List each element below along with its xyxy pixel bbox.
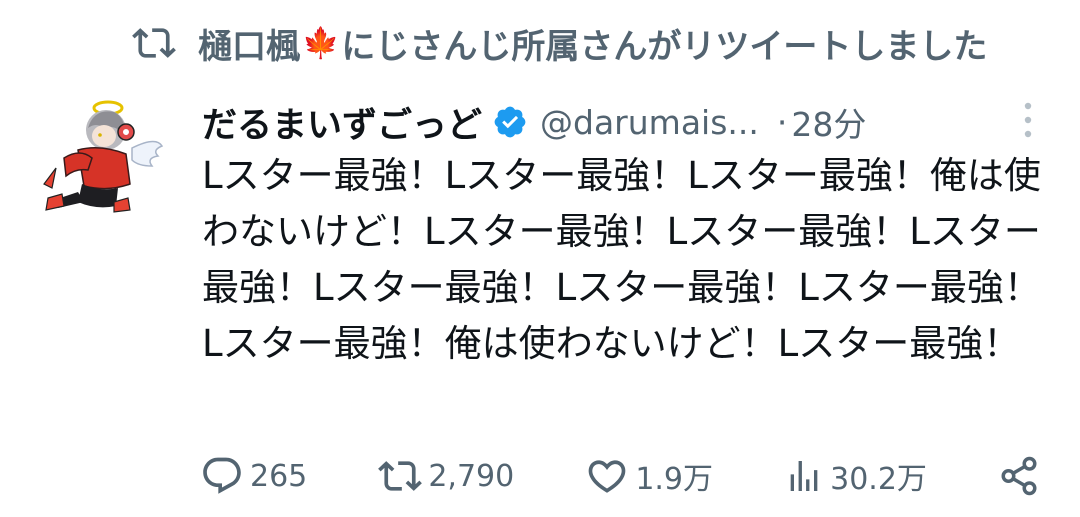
- reply-count: 265: [250, 458, 308, 494]
- reply-button[interactable]: 265: [200, 454, 307, 498]
- display-name[interactable]: だるまいずごっど: [202, 97, 482, 148]
- retweet-button[interactable]: 2,790: [378, 454, 514, 498]
- maple-leaf-icon: 🍁: [302, 25, 340, 61]
- handle[interactable]: @darumais...: [540, 103, 759, 142]
- share-icon: [998, 455, 1040, 497]
- retweet-banner[interactable]: 樋口楓 🍁 にじさんじ所属さんがリツイートしました: [132, 18, 987, 68]
- retweet-count: 2,790: [428, 458, 515, 494]
- tweet-header: だるまいずごっど @darumais... · 28分: [202, 96, 1040, 148]
- share-button[interactable]: [998, 455, 1040, 497]
- retweeter-name[interactable]: 樋口楓: [198, 19, 300, 68]
- views-button[interactable]: 30.2万: [784, 454, 927, 498]
- verified-badge-icon: [492, 104, 528, 140]
- heart-icon: [585, 454, 629, 498]
- views-count: 30.2万: [830, 462, 927, 497]
- bar-chart-icon: [784, 456, 824, 496]
- tweet-text: Lスター最強！Lスター最強！Lスター最強！俺は使わないけど！Lスター最強！Lスタ…: [202, 154, 1041, 365]
- avatar[interactable]: [34, 88, 164, 218]
- retweet-icon: [132, 21, 176, 65]
- separator-dot: ·: [776, 102, 788, 142]
- like-count: 1.9万: [635, 462, 714, 497]
- like-button[interactable]: 1.9万: [585, 454, 713, 498]
- more-vertical-icon[interactable]: [1020, 100, 1036, 140]
- retweet-banner-text: にじさんじ所属さんがリツイートしました: [341, 26, 988, 67]
- reply-icon: [200, 454, 244, 498]
- action-bar: 265 2,790 1.9万 30.2万: [200, 448, 1040, 504]
- retweet-icon: [378, 454, 423, 498]
- timestamp[interactable]: 28分: [791, 98, 866, 146]
